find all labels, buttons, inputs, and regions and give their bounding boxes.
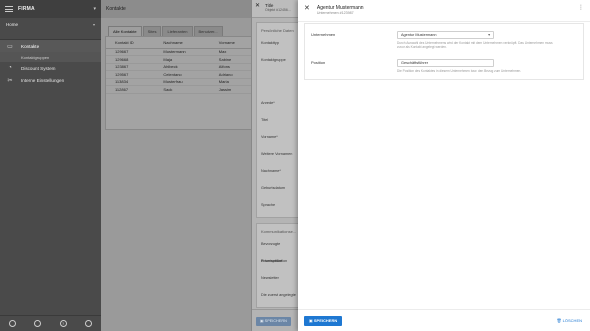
chevron-down-icon: ▾ [92, 22, 95, 27]
cell: Mustermann [160, 48, 216, 56]
power-icon[interactable] [84, 320, 92, 327]
sidebar-item-kontakte[interactable]: ▭ Kontakte [0, 40, 101, 52]
position-input[interactable]: Geschäftsführer [397, 59, 494, 67]
field-label: Vorname* [261, 135, 278, 139]
field-label: Anrede* [261, 101, 275, 105]
contact-detail-subtitle: Objekt #12456... [265, 8, 291, 12]
table-row[interactable]: 123867 Ahlbeck Alfons [106, 63, 259, 71]
position-value: Geschäftsführer [401, 61, 429, 65]
company-select[interactable]: Agentur Mustermann ▾ [397, 31, 494, 39]
contact-detail-header: ✕ Title Objekt #12456... [252, 0, 304, 18]
field-label: Privatsphäre [261, 259, 283, 263]
user-icon[interactable] [9, 320, 17, 327]
panel-subtitle: Unternehmen #123987 [316, 11, 354, 15]
contacts-icon: ▭ [7, 43, 13, 50]
home-selector[interactable]: Home ▾ [0, 18, 101, 40]
save-label: SPEICHERN [264, 319, 287, 323]
tab-sites[interactable]: Sites [142, 26, 162, 36]
tab-bar: Alle Kontakte Sites Lieferanten Benutzer… [108, 26, 224, 36]
company-hint: Durch Auswahl des Unternehmens wird der … [397, 41, 553, 49]
cell: Maja [160, 55, 216, 64]
sidebar-header: FIRMA ▾ [0, 0, 101, 18]
menu-icon[interactable] [5, 6, 13, 12]
sidebar-footer: ? [0, 315, 101, 331]
company-label: Unternehmen [311, 32, 336, 37]
settings-icon: ✂ [7, 77, 13, 84]
table-row[interactable]: 129567 Celentano Adriano [106, 70, 259, 79]
table-row[interactable]: 113834 Musterfrau Maria [106, 78, 259, 86]
cell: 129567 [112, 70, 161, 79]
field-label: Sprache [261, 203, 276, 207]
sidebar-subitem-kontaktgruppen[interactable]: Kontaktgruppen [0, 52, 101, 62]
company-value: Agentur Mustermann [401, 33, 437, 37]
table-header-row: Kontakt ID Nachname Vorname [106, 37, 259, 49]
section-title: Persönliche Daten [261, 28, 294, 33]
tab-alle-kontakte[interactable]: Alle Kontakte [108, 26, 142, 36]
delete-label: LÖSCHEN [562, 318, 582, 323]
contact-detail-panel: ✕ Title Objekt #12456... Persönliche Dat… [251, 0, 305, 331]
column-header[interactable]: Nachname [160, 37, 216, 49]
sidebar-subitem-label: Kontaktgruppen [21, 54, 50, 60]
sidebar-item-label: Interne Einstellungen [21, 77, 65, 83]
field-label: Weitere Vornamen [261, 152, 293, 156]
cell: Celentano [160, 70, 216, 79]
table-row[interactable]: 112867 Sack Jassim [106, 85, 259, 94]
sidebar: FIRMA ▾ Home ▾ ▭ Kontakte Kontaktgruppen… [0, 0, 101, 331]
home-label: Home [6, 22, 19, 27]
sidebar-item-settings[interactable]: ✂ Interne Einstellungen [0, 74, 101, 86]
field-label: Kontaktgruppe [261, 58, 286, 62]
contact-detail-footer: ▣ SPEICHERN [252, 309, 304, 331]
field-label: Die zuerst angelegte K... [261, 293, 296, 297]
sidebar-item-label: Kontakte [21, 43, 40, 49]
close-icon[interactable]: ✕ [304, 5, 310, 12]
delete-button[interactable]: 🗑 LÖSCHEN [556, 316, 582, 326]
contacts-table: Kontakt ID Nachname Vorname 129667 Muster… [105, 36, 260, 130]
position-hint: Die Position des Kontaktes in diesem Unt… [397, 69, 522, 73]
field-label: Titel [261, 118, 269, 122]
tab-benutzer[interactable]: Benutzer... [193, 26, 223, 36]
tab-lieferanten[interactable]: Lieferanten [162, 26, 193, 36]
bell-icon[interactable] [34, 320, 42, 327]
cell: 112867 [112, 85, 161, 94]
panel-header: ✕ Agentur Mustermann Unternehmen #123987… [298, 0, 590, 22]
save-label: SPEICHERN [313, 318, 338, 323]
position-label: Position [311, 60, 326, 65]
panel-form: Unternehmen Agentur Mustermann ▾ Durch A… [304, 23, 584, 80]
sidebar-item-discount[interactable]: ◔ Discount System [0, 62, 101, 74]
field-label: Kontakttyp [261, 41, 279, 45]
field-label: Newsletter [261, 276, 279, 280]
sidebar-item-label: Discount System [21, 65, 56, 71]
brand-label: FIRMA [18, 6, 35, 12]
cell: 129668 [112, 55, 161, 64]
cell: Sack [160, 85, 216, 94]
save-button[interactable]: ▣ SPEICHERN [304, 316, 343, 326]
section-title: Kommunikationse... [261, 229, 297, 234]
table-row[interactable]: 129668 Maja Sabine [106, 55, 259, 64]
cell: 129667 [112, 48, 161, 56]
field-label: Nachname* [261, 169, 281, 173]
chevron-down-icon[interactable]: ▾ [93, 6, 96, 12]
panel-footer: ▣ SPEICHERN 🗑 LÖSCHEN [298, 309, 590, 331]
cell: 123867 [112, 63, 161, 71]
cell: Musterfrau [160, 78, 216, 86]
more-options-icon[interactable]: ⋮ [578, 5, 584, 11]
company-assignment-panel: ✕ Agentur Mustermann Unternehmen #123987… [298, 0, 590, 331]
discount-icon: ◔ [8, 65, 12, 71]
table-row[interactable]: 129667 Mustermann Max [106, 48, 259, 56]
field-label: Geburtsdatum [261, 186, 286, 190]
column-header[interactable]: Kontakt ID [112, 37, 161, 49]
close-icon[interactable]: ✕ [255, 3, 260, 10]
help-icon[interactable]: ? [59, 320, 67, 327]
field-label: Bevorzugte Kommunikation [261, 242, 288, 263]
cell: 113834 [112, 78, 161, 86]
save-button[interactable]: ▣ SPEICHERN [256, 317, 291, 326]
cell: Ahlbeck [160, 63, 216, 71]
chevron-down-icon: ▾ [488, 33, 490, 37]
